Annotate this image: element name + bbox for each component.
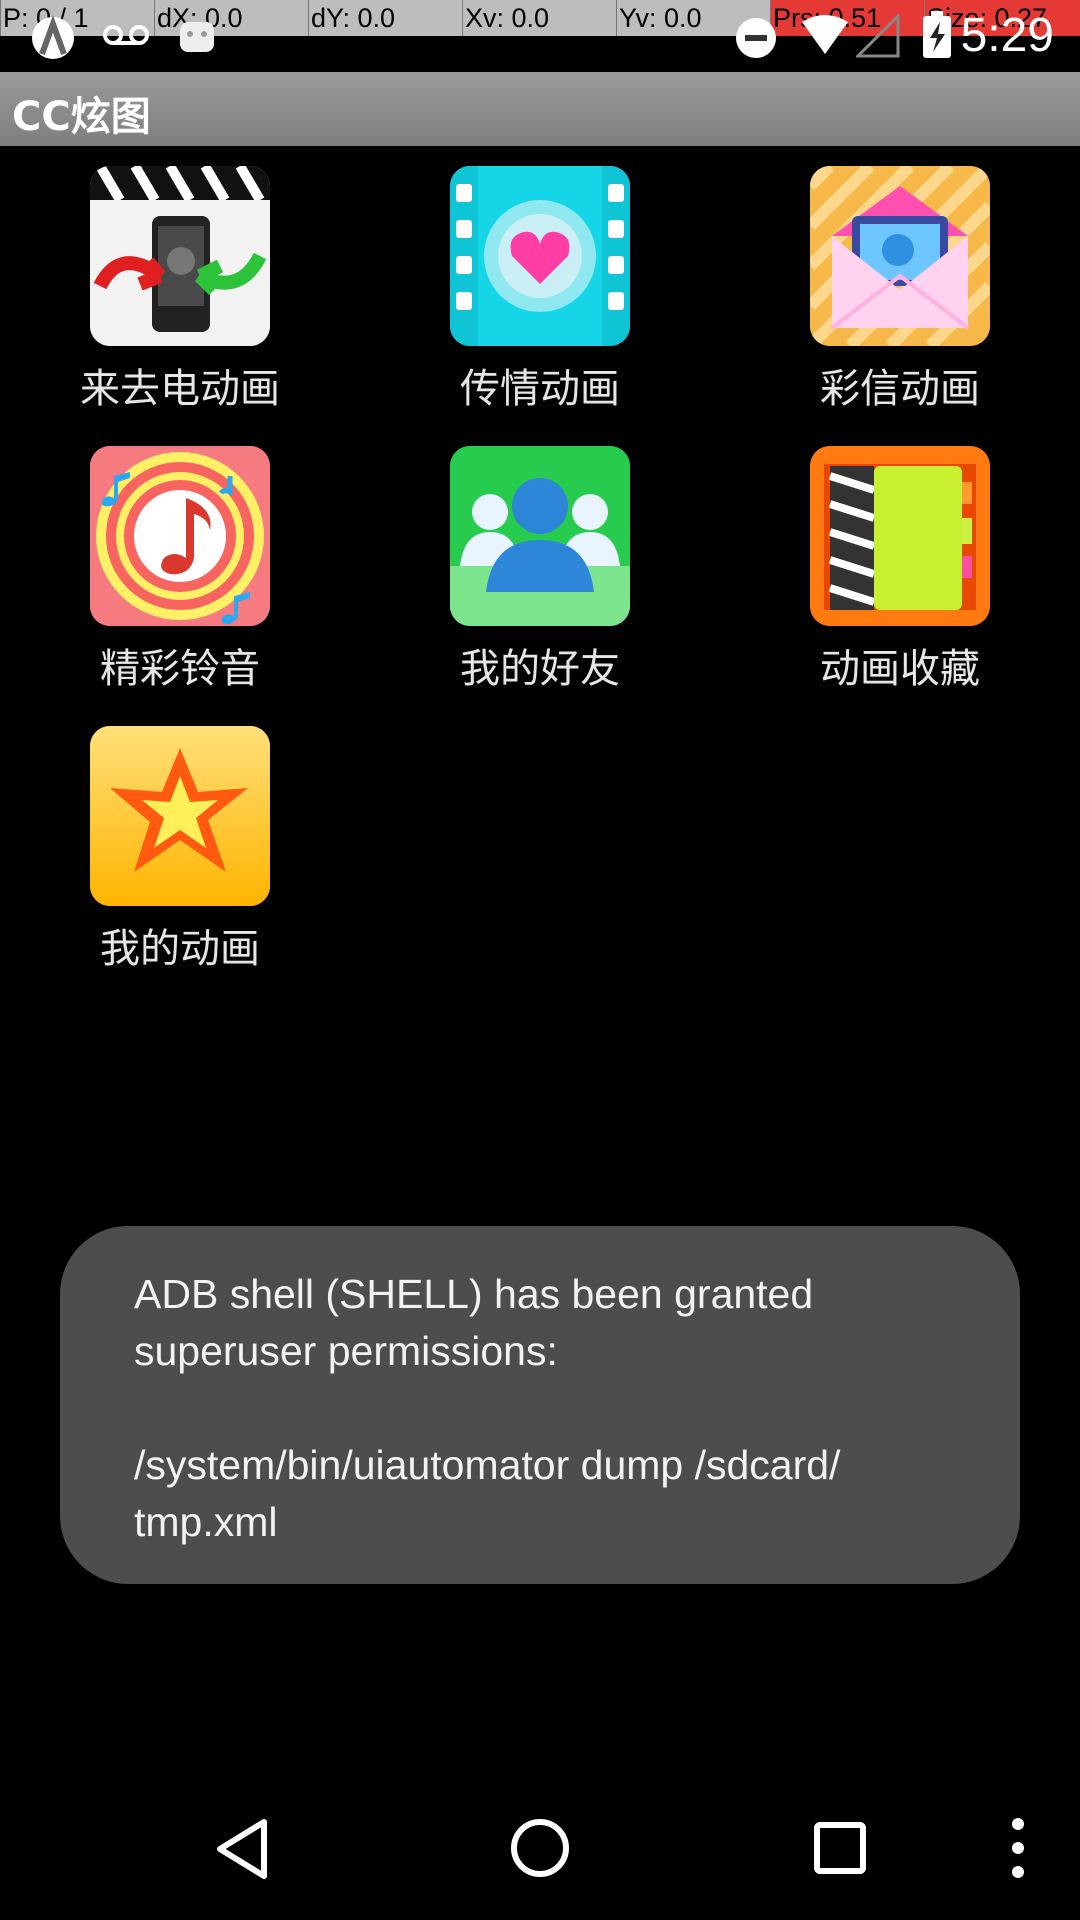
- grid-item-label: 动画收藏: [820, 646, 980, 692]
- grid-item-label: 传情动画: [460, 366, 620, 412]
- do-not-disturb-icon: [736, 18, 776, 58]
- mms-envelope-icon: [810, 166, 990, 346]
- clock: 5:29: [960, 9, 1054, 62]
- back-icon[interactable]: [214, 1818, 270, 1880]
- grid-item-ringtones[interactable]: 精彩铃音: [12, 440, 312, 700]
- home-icon[interactable]: [510, 1818, 570, 1878]
- recents-icon[interactable]: [814, 1822, 866, 1874]
- grid-item-animation-collection[interactable]: 动画收藏: [732, 440, 1032, 700]
- cell-signal-icon: [856, 14, 900, 58]
- animation-collection-icon: [810, 446, 990, 626]
- status-bar: 5:29: [0, 0, 1080, 72]
- grid-item-my-animation[interactable]: 我的动画: [12, 720, 312, 980]
- heart-film-icon: [450, 166, 630, 346]
- grid-item-label: 来去电动画: [80, 366, 280, 412]
- action-bar: CC炫图: [0, 72, 1080, 146]
- ringtone-music-icon: [90, 446, 270, 626]
- navigation-bar: [0, 1788, 1080, 1920]
- wifi-icon: [802, 15, 848, 54]
- android-debug-icon: [32, 15, 74, 59]
- grid-item-label: 彩信动画: [820, 366, 980, 412]
- battery-charging-icon: [923, 11, 951, 58]
- superuser-toast: ADB shell (SHELL) has been granted super…: [60, 1226, 1020, 1584]
- grid-item-incoming-call-animation[interactable]: 来去电动画: [12, 160, 312, 420]
- grid-item-mms-animation[interactable]: 彩信动画: [732, 160, 1032, 420]
- notification-icon: [180, 22, 214, 52]
- my-animation-star-icon: [90, 726, 270, 906]
- app-title: CC炫图: [12, 94, 151, 140]
- incoming-call-animation-icon: [90, 166, 270, 346]
- toast-message: ADB shell (SHELL) has been granted super…: [134, 1271, 841, 1545]
- grid-item-label: 我的好友: [460, 646, 620, 692]
- friends-icon: [450, 446, 630, 626]
- grid-item-label: 精彩铃音: [100, 646, 260, 692]
- grid-item-label: 我的动画: [100, 926, 260, 972]
- grid-item-my-friends[interactable]: 我的好友: [372, 440, 672, 700]
- voicemail-icon: [103, 25, 149, 45]
- overflow-menu-icon[interactable]: [1006, 1816, 1030, 1880]
- grid-item-heart-animation[interactable]: 传情动画: [372, 160, 672, 420]
